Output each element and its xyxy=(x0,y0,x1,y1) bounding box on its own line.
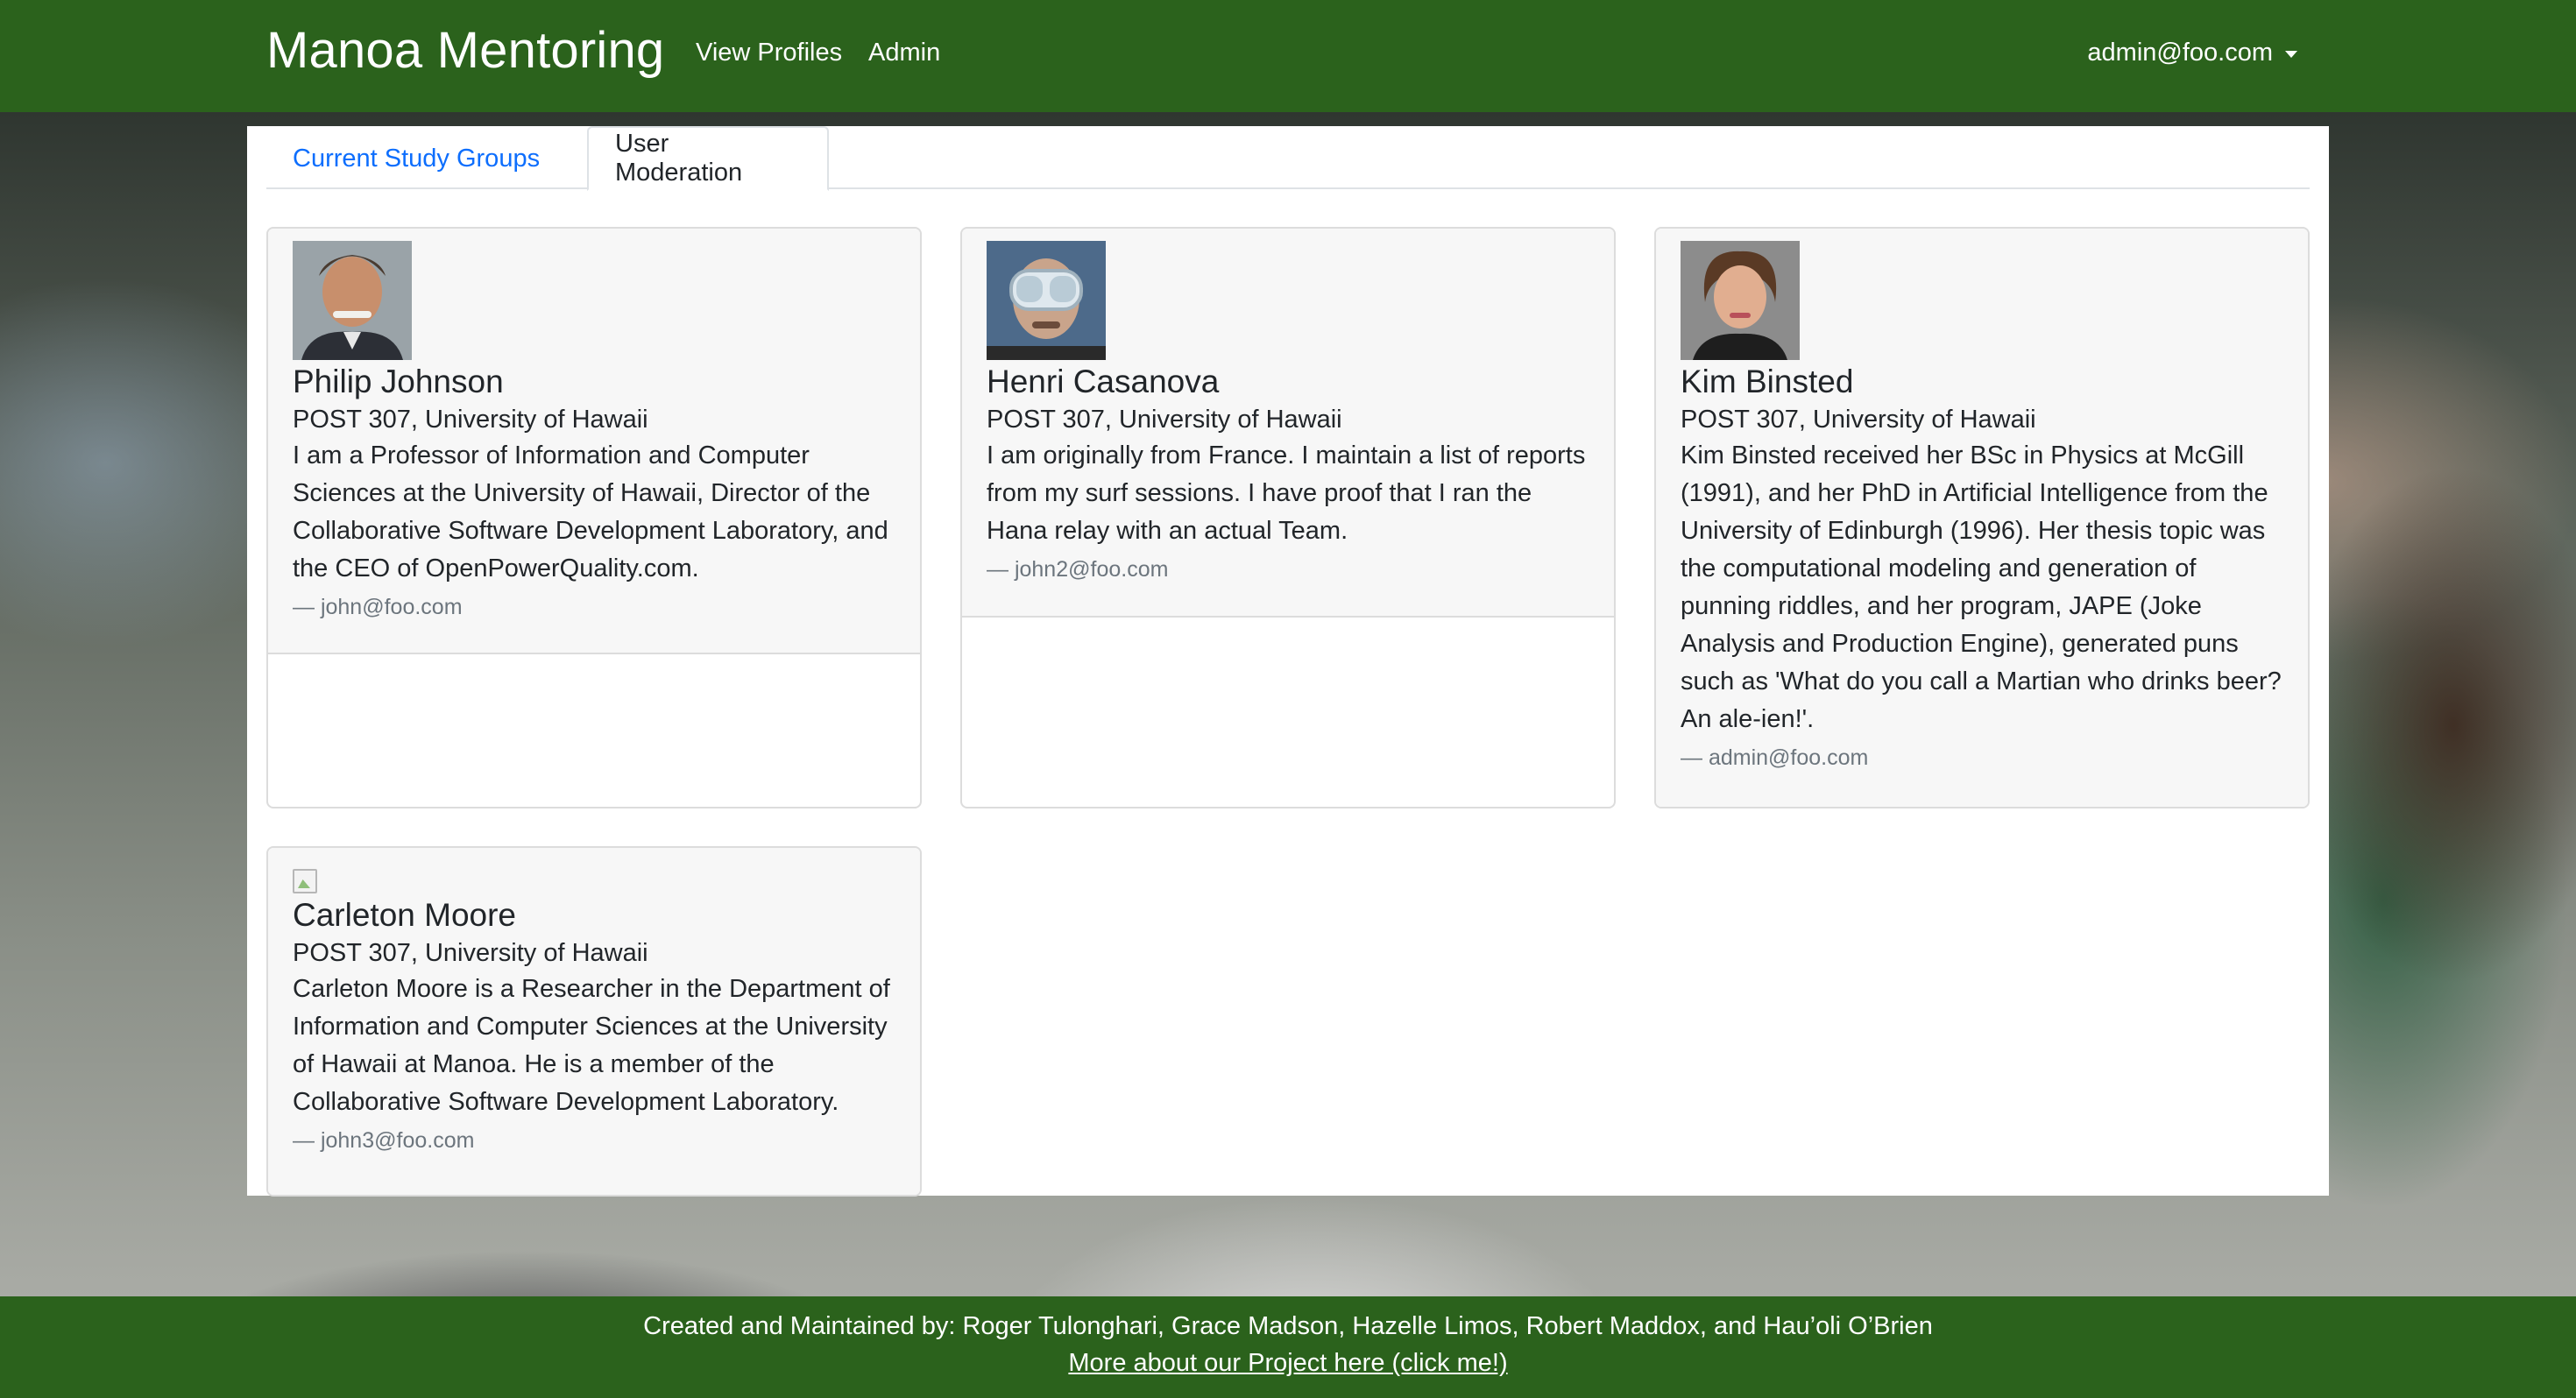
avatar xyxy=(1681,241,1800,360)
profile-bio: Kim Binsted received her BSc in Physics … xyxy=(1681,441,2282,733)
portrait-photo-icon xyxy=(293,241,412,360)
main-container: Current Study Groups User Moderation Phi… xyxy=(247,126,2329,1197)
profile-email: — john3@foo.com xyxy=(293,1128,475,1153)
profile-location: POST 307, University of Hawaii xyxy=(987,406,1342,434)
profile-card-header: Philip Johnson POST 307, University of H… xyxy=(268,229,920,654)
project-info-link[interactable]: More about our Project here (click me!) xyxy=(0,1349,2576,1378)
broken-image-icon xyxy=(293,869,317,893)
nav-admin[interactable]: Admin xyxy=(868,39,940,67)
profile-location: POST 307, University of Hawaii xyxy=(293,939,648,967)
tab-bar: Current Study Groups User Moderation xyxy=(266,126,2310,191)
profile-card: Henri Casanova POST 307, University of H… xyxy=(960,227,1616,808)
profile-location: POST 307, University of Hawaii xyxy=(1681,406,2036,434)
footer: Created and Maintained by: Roger Tulongh… xyxy=(0,1296,2576,1398)
profile-email: — john@foo.com xyxy=(293,595,463,619)
profile-card-header: Carleton Moore POST 307, University of H… xyxy=(268,848,920,1195)
avatar xyxy=(987,241,1106,360)
user-email: admin@foo.com xyxy=(2087,39,2273,67)
tab-user-moderation[interactable]: User Moderation xyxy=(587,126,829,191)
profile-bio: Carleton Moore is a Researcher in the De… xyxy=(293,975,890,1116)
profile-email: — john2@foo.com xyxy=(987,557,1169,582)
caret-down-icon xyxy=(2285,50,2297,58)
brand-logo-link[interactable]: Manoa Mentoring xyxy=(266,21,664,80)
profile-name: Kim Binsted xyxy=(1681,364,1854,399)
portrait-photo-icon xyxy=(987,241,1106,360)
profile-card-header: Kim Binsted POST 307, University of Hawa… xyxy=(1656,229,2308,807)
portrait-photo-icon xyxy=(1681,241,1800,360)
profile-card: Carleton Moore POST 307, University of H… xyxy=(266,846,922,1197)
profile-card-header: Henri Casanova POST 307, University of H… xyxy=(962,229,1614,618)
avatar xyxy=(293,241,412,360)
profile-name: Henri Casanova xyxy=(987,364,1220,399)
profile-card: Kim Binsted POST 307, University of Hawa… xyxy=(1654,227,2310,808)
user-dropdown[interactable]: admin@foo.com xyxy=(2087,39,2297,67)
profile-name: Carleton Moore xyxy=(293,897,517,933)
profile-name: Philip Johnson xyxy=(293,364,504,399)
nav-view-profiles[interactable]: View Profiles xyxy=(696,39,842,67)
footer-credits: Created and Maintained by: Roger Tulongh… xyxy=(643,1312,1933,1340)
tab-current-study-groups[interactable]: Current Study Groups xyxy=(266,126,587,191)
profile-location: POST 307, University of Hawaii xyxy=(293,406,648,434)
profile-card: Philip Johnson POST 307, University of H… xyxy=(266,227,922,808)
navbar: Manoa Mentoring View Profiles Admin admi… xyxy=(0,0,2576,112)
profile-bio: I am originally from France. I maintain … xyxy=(987,441,1586,545)
profile-bio: I am a Professor of Information and Comp… xyxy=(293,441,888,582)
profile-email: — admin@foo.com xyxy=(1681,745,1869,770)
